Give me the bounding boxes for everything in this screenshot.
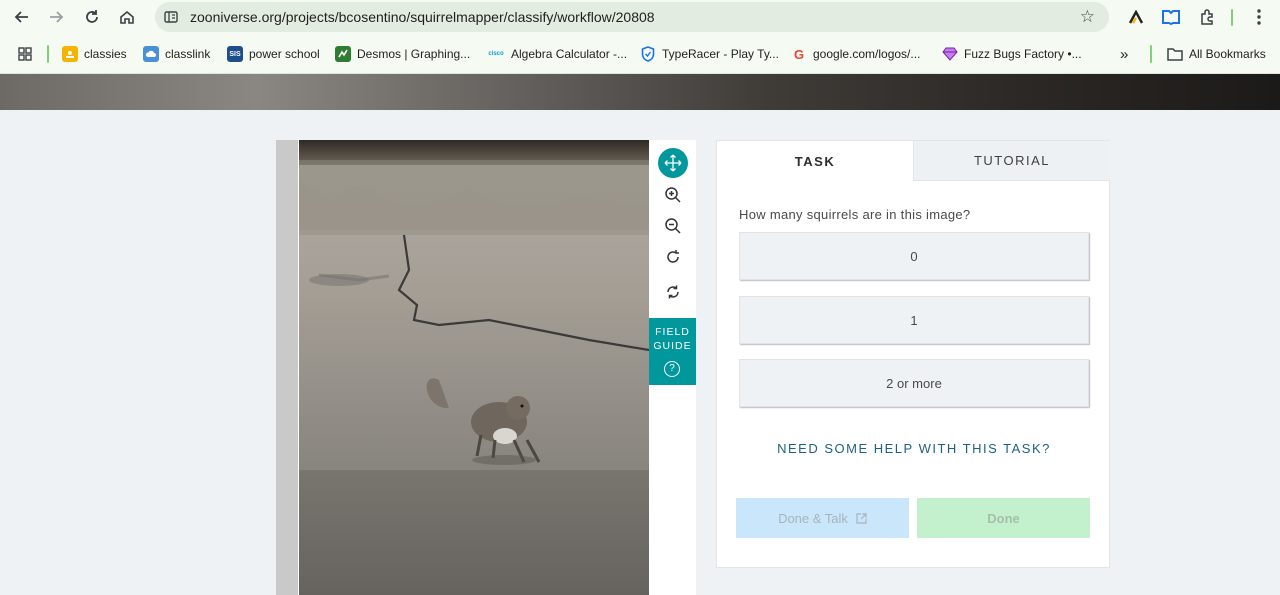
extension-book-icon[interactable] [1160,6,1182,28]
bookmark-desmos[interactable]: Desmos | Graphing... [335,45,470,63]
bookmark-label: Fuzz Bugs Factory •... [964,47,1082,61]
browser-menu-icon[interactable] [1248,6,1270,28]
answer-1-button[interactable]: 1 [739,296,1089,344]
cloud-icon [143,46,159,62]
zoom-in-icon[interactable] [658,180,688,210]
bookmark-label: google.com/logos/... [813,47,921,61]
field-guide-line2: GUIDE [653,340,692,352]
bookmark-label: power school [249,47,320,61]
bookmarks-bar: classies classlink SIS power school Desm… [0,34,1280,74]
bookmark-google-logos[interactable]: G google.com/logos/... [791,45,920,63]
bookmark-label: classlink [165,47,211,61]
shield-icon [640,46,656,62]
done-and-talk-label: Done & Talk [778,510,848,526]
zoom-out-icon[interactable] [658,211,688,241]
bookmark-star-icon[interactable]: ☆ [1080,7,1095,27]
field-guide-label: FIELD GUIDE [649,325,696,353]
cisco-icon: cisco [488,51,504,57]
done-button[interactable]: Done [917,498,1090,538]
bookmark-classlink[interactable]: classlink [143,45,210,63]
tab-tutorial[interactable]: TUTORIAL [913,141,1110,181]
bookmark-label: Algebra Calculator -... [511,47,628,61]
reset-icon[interactable] [658,277,688,307]
home-icon[interactable] [115,5,139,29]
task-panel: TASK TUTORIAL How many squirrels are in … [716,140,1110,568]
bookmarks-divider [1150,45,1152,63]
toolbar-divider [1231,9,1233,26]
move-icon[interactable] [658,148,688,178]
folder-icon [1167,46,1183,62]
bookmark-algebra-calculator[interactable]: cisco Algebra Calculator -... [487,45,627,63]
extension-a-icon[interactable] [1125,6,1147,28]
back-icon[interactable] [10,5,34,29]
task-question: How many squirrels are in this image? [739,207,971,222]
field-guide-button[interactable]: FIELD GUIDE ? [649,318,696,385]
bookmark-label: classies [84,47,127,61]
browser-toolbar: zooniverse.org/projects/bcosentino/squir… [0,0,1280,34]
address-bar[interactable]: zooniverse.org/projects/bcosentino/squir… [155,2,1109,32]
all-bookmarks[interactable]: All Bookmarks [1167,45,1266,63]
gem-icon [942,46,958,62]
bookmarks-divider [47,45,49,63]
desmos-icon [335,46,351,62]
rotate-icon[interactable] [658,242,688,272]
all-bookmarks-label: All Bookmarks [1189,47,1266,61]
bookmark-typeracer[interactable]: TypeRacer - Play Ty... [640,45,779,63]
sis-icon: SIS [227,46,243,62]
external-link-icon [856,512,867,524]
forward-icon[interactable] [44,5,68,29]
bookmark-label: Desmos | Graphing... [357,47,471,61]
subject-image[interactable] [299,140,649,595]
tab-task[interactable]: TASK [717,141,913,181]
done-and-talk-button[interactable]: Done & Talk [736,498,909,538]
bookmark-power-school[interactable]: SIS power school [227,45,320,63]
google-icon: G [793,46,805,62]
extensions-puzzle-icon[interactable] [1196,6,1218,28]
answer-2-or-more-button[interactable]: 2 or more [739,359,1089,407]
bookmark-classies[interactable]: classies [62,45,127,63]
more-bookmarks-icon[interactable]: » [1120,45,1128,63]
project-header-banner [0,74,1280,110]
apps-grid-icon[interactable] [18,45,32,63]
classroom-icon [62,46,78,62]
viewer-gutter [276,140,298,595]
field-guide-line1: FIELD [655,326,690,338]
url-text[interactable]: zooniverse.org/projects/bcosentino/squir… [190,9,655,25]
answer-0-button[interactable]: 0 [739,232,1089,280]
bookmark-label: TypeRacer - Play Ty... [662,47,779,61]
help-link[interactable]: NEED SOME HELP WITH THIS TASK? [717,441,1111,456]
bookmark-fuzz-bugs[interactable]: Fuzz Bugs Factory •... [942,45,1082,63]
reload-icon[interactable] [80,5,104,29]
site-info-icon[interactable] [163,9,179,25]
question-circle-icon: ? [664,361,680,377]
